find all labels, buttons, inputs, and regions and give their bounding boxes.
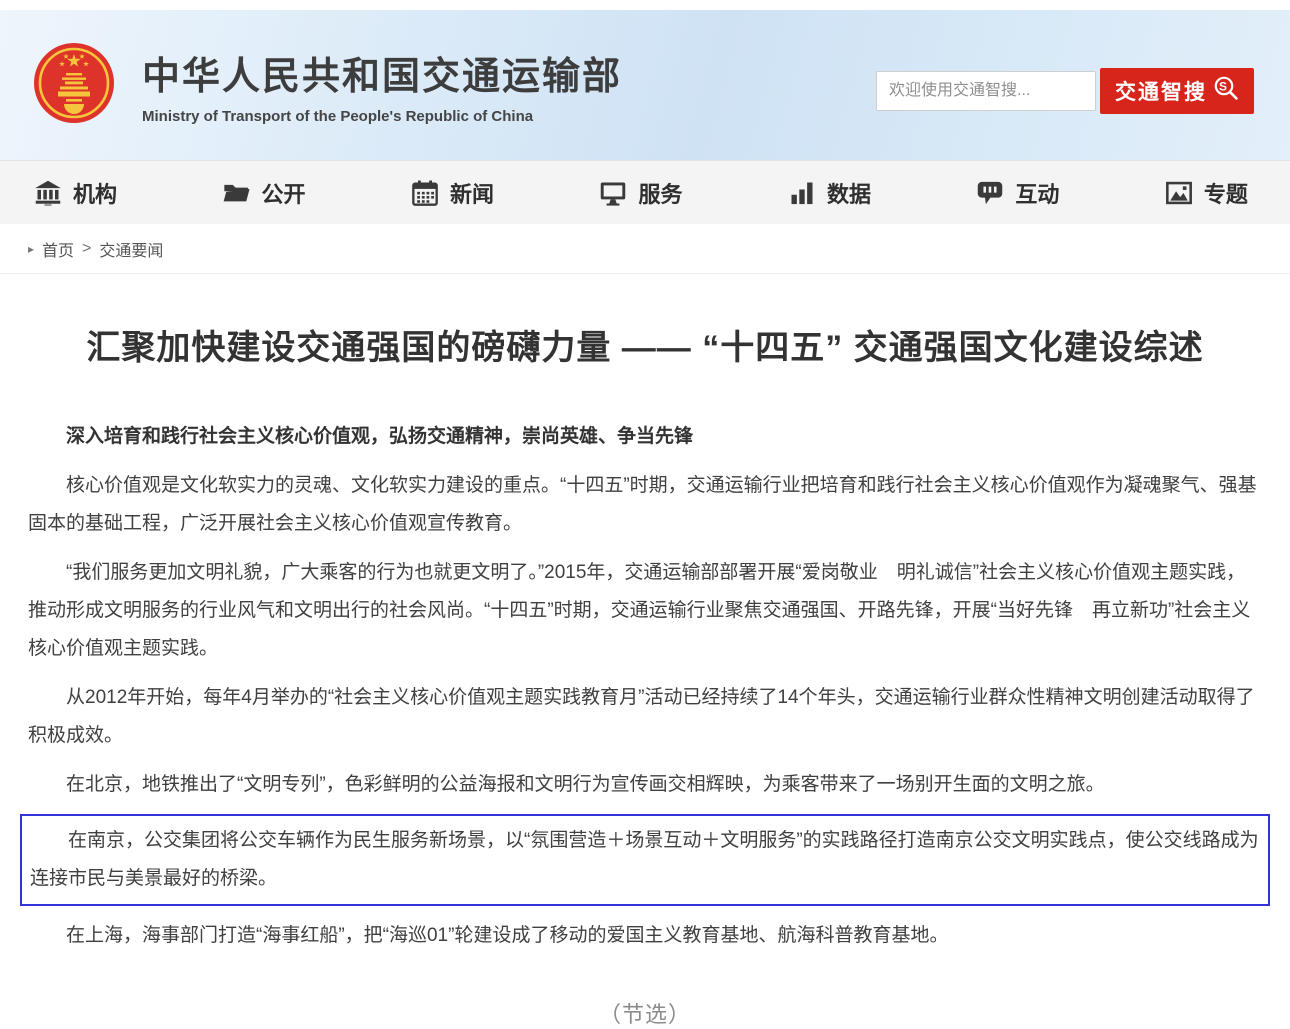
- article-title: 汇聚加快建设交通强国的磅礴力量 —— “十四五” 交通强国文化建设综述: [28, 326, 1262, 370]
- nav-item-news[interactable]: 新闻: [411, 177, 494, 209]
- bank-icon: [34, 179, 62, 207]
- article-paragraph: 在上海，海事部门打造“海事红船”，把“海巡01”轮建设成了移动的爱国主义教育基地…: [28, 917, 1262, 955]
- smart-search-button[interactable]: 交通智搜 S: [1100, 68, 1254, 114]
- site-logo-home-link[interactable]: 中华人民共和国交通运输部 Ministry of Transport of th…: [32, 41, 622, 130]
- picture-icon: [1165, 179, 1193, 207]
- article-paragraph: 从2012年开始，每年4月举办的“社会主义核心价值观主题实践教育月”活动已经持续…: [28, 679, 1262, 755]
- site-title: 中华人民共和国交通运输部: [142, 45, 622, 100]
- article-paragraph: 在北京，地铁推出了“文明专列”，色彩鲜明的公益海报和文明行为宣传画交相辉映，为乘…: [28, 766, 1262, 804]
- breadcrumb-arrow-icon: ▸: [28, 242, 34, 256]
- nav-item-topics[interactable]: 专题: [1165, 177, 1248, 209]
- search-input[interactable]: [876, 71, 1096, 111]
- article-paragraph: “我们服务更加文明礼貌，广大乘客的行为也就更文明了。”2015年，交通运输部部署…: [28, 554, 1262, 668]
- smart-search-button-label: 交通智搜: [1115, 76, 1207, 106]
- nav-item-label: 公开: [261, 177, 305, 209]
- nav-item-label: 服务: [638, 177, 682, 209]
- national-emblem-icon: [32, 41, 116, 130]
- site-subtitle: Ministry of Transport of the People's Re…: [142, 108, 622, 125]
- bar-chart-icon: [788, 179, 816, 207]
- article-footnote: （节选）: [28, 997, 1262, 1029]
- nav-item-services[interactable]: 服务: [599, 177, 682, 209]
- nav-item-label: 专题: [1204, 177, 1248, 209]
- breadcrumb-home-link[interactable]: 首页: [42, 237, 74, 261]
- search-area: 交通智搜 S: [876, 68, 1254, 114]
- highlighted-paragraph: 在南京，公交集团将公交车辆作为民生服务新场景，以“氛围营造＋场景互动＋文明服务”…: [30, 822, 1260, 898]
- nav-item-label: 新闻: [450, 177, 494, 209]
- nav-item-label: 互动: [1015, 177, 1059, 209]
- nav-item-disclosure[interactable]: 公开: [222, 177, 305, 209]
- monitor-icon: [599, 179, 627, 207]
- site-header: 中华人民共和国交通运输部 Ministry of Transport of th…: [0, 10, 1290, 160]
- breadcrumb: ▸ 首页 > 交通要闻: [0, 224, 1290, 274]
- svg-text:S: S: [1219, 79, 1229, 93]
- breadcrumb-separator: >: [82, 240, 91, 258]
- folder-icon: [222, 179, 250, 207]
- highlighted-paragraph-box: 在南京，公交集团将公交车辆作为民生服务新场景，以“氛围营造＋场景互动＋文明服务”…: [20, 814, 1270, 906]
- nav-item-institutions[interactable]: 机构: [34, 177, 117, 209]
- nav-item-label: 数据: [827, 177, 871, 209]
- nav-item-label: 机构: [73, 177, 117, 209]
- article: 汇聚加快建设交通强国的磅礴力量 —— “十四五” 交通强国文化建设综述 深入培育…: [0, 326, 1290, 1029]
- nav-item-interaction[interactable]: 互动: [976, 177, 1059, 209]
- speech-bubble-icon: [976, 179, 1004, 207]
- breadcrumb-current: 交通要闻: [99, 237, 163, 261]
- main-nav: 机构 公开 新闻: [0, 160, 1290, 224]
- article-lead: 深入培育和践行社会主义核心价值观，弘扬交通精神，崇尚英雄、争当先锋: [28, 418, 1262, 456]
- search-s-icon: S: [1213, 75, 1239, 107]
- calendar-icon: [411, 179, 439, 207]
- nav-item-data[interactable]: 数据: [788, 177, 871, 209]
- article-paragraph: 核心价值观是文化软实力的灵魂、文化软实力建设的重点。“十四五”时期，交通运输行业…: [28, 467, 1262, 543]
